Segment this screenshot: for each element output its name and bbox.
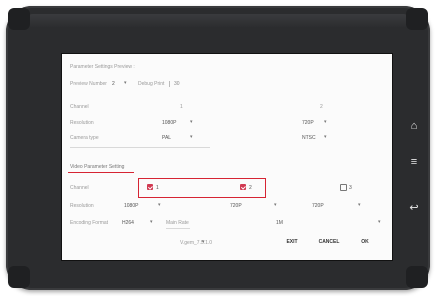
corner-bumper [8, 8, 30, 30]
menu-icon[interactable]: ≡ [407, 156, 421, 168]
preview-resolution-1-select[interactable]: 1080P [162, 120, 176, 126]
chevron-down-icon[interactable]: ▾ [190, 119, 193, 125]
chevron-down-icon[interactable]: ▾ [202, 239, 205, 245]
channel-2-label: 2 [249, 185, 252, 191]
main-rate-label: Main Rate [166, 220, 189, 226]
preview-channel-2: 2 [320, 104, 323, 110]
ok-button[interactable]: OK [352, 234, 378, 250]
corner-bumper [406, 266, 428, 288]
section-divider [70, 147, 210, 148]
preview-resolution-label: Resolution [70, 120, 94, 126]
video-channel-label: Channel [70, 185, 89, 191]
channel-3-label: 3 [349, 185, 352, 191]
preview-channel-label: Channel [70, 104, 89, 110]
camera-type-1-select[interactable]: PAL [162, 135, 171, 141]
home-icon[interactable]: ⌂ [407, 120, 421, 132]
debug-print-input[interactable]: 30 [174, 81, 180, 87]
chevron-down-icon[interactable]: ▾ [358, 202, 361, 208]
highlight-underline [68, 172, 134, 173]
video-resolution-label: Resolution [70, 203, 94, 209]
corner-bumper [406, 8, 428, 30]
chevron-down-icon[interactable]: ▾ [324, 119, 327, 125]
preview-number-label: Preview Number [70, 81, 107, 87]
chevron-down-icon[interactable]: ▾ [124, 80, 127, 86]
video-section-title: Video Parameter Setting [70, 164, 125, 170]
channel-1-label: 1 [156, 185, 159, 191]
chevron-down-icon[interactable]: ▾ [324, 134, 327, 140]
preview-number-select[interactable]: 2 [112, 81, 115, 87]
channel-1-checkbox[interactable] [147, 184, 153, 190]
chevron-down-icon[interactable]: ▾ [158, 202, 161, 208]
channel-2-checkbox[interactable] [240, 184, 246, 190]
channel-3-checkbox[interactable] [340, 184, 347, 191]
main-rate-select[interactable]: 1M [276, 220, 283, 226]
chevron-down-icon[interactable]: ▾ [274, 202, 277, 208]
camera-type-2-select[interactable]: NTSC [302, 135, 316, 141]
back-icon[interactable]: ↩ [407, 202, 421, 214]
input-divider [169, 81, 170, 87]
version-text: V.gem_7.5.1.0 [180, 240, 213, 246]
bezel-highlight [26, 14, 410, 28]
corner-bumper [8, 266, 30, 288]
video-resolution-2-select[interactable]: 720P [230, 203, 242, 209]
cancel-button[interactable]: CANCEL [312, 234, 346, 250]
encoding-format-label: Encoding Format [70, 220, 109, 226]
preview-channel-1: 1 [180, 104, 183, 110]
camera-type-label: Camera type [70, 135, 99, 141]
debug-print-label: Debug Print [138, 81, 165, 87]
video-resolution-1-select[interactable]: 1080P [124, 203, 138, 209]
chevron-down-icon[interactable]: ▾ [190, 134, 193, 140]
exit-button[interactable]: EXIT [278, 234, 306, 250]
tablet-screen: Parameter Settings Preview : Preview Num… [62, 54, 392, 260]
main-rate-underline [166, 228, 190, 229]
encoding-format-select[interactable]: H264 [122, 220, 134, 226]
chevron-down-icon[interactable]: ▾ [378, 219, 381, 225]
chevron-down-icon[interactable]: ▾ [150, 219, 153, 225]
preview-resolution-2-select[interactable]: 720P [302, 120, 314, 126]
tablet-device: Parameter Settings Preview : Preview Num… [6, 6, 430, 290]
preview-section-title: Parameter Settings Preview : [70, 64, 135, 70]
video-resolution-3-select[interactable]: 720P [312, 203, 324, 209]
